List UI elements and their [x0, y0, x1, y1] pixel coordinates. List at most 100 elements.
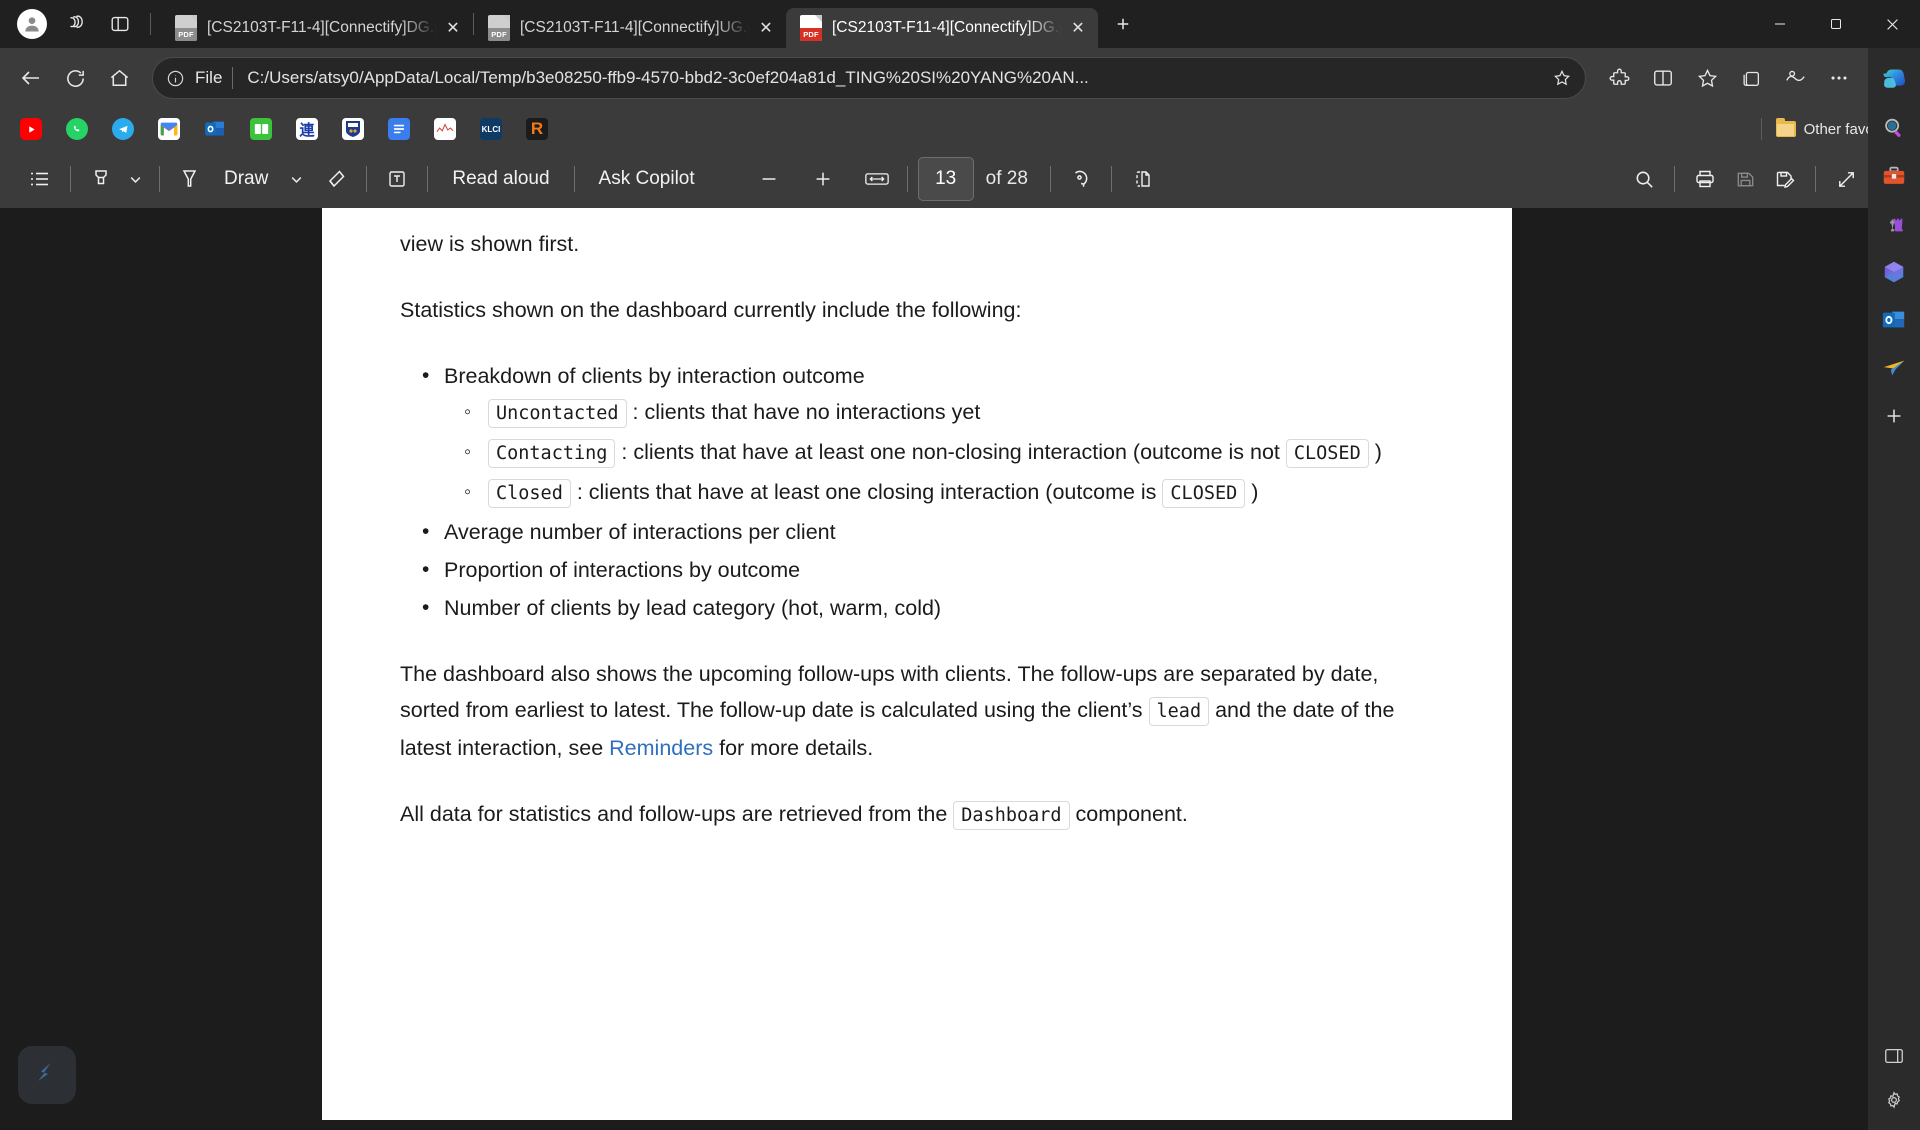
address-bar-input[interactable]: File C:/Users/atsy0/AppData/Local/Temp/b…	[152, 57, 1586, 99]
favorite-gmail[interactable]	[152, 113, 186, 145]
pdf-viewer: view is shown first. Statistics shown on…	[0, 208, 1920, 1130]
url-text: C:/Users/atsy0/AppData/Local/Temp/b3e082…	[247, 68, 1089, 87]
ask-copilot-button[interactable]: Ask Copilot	[585, 159, 709, 199]
pen-icon[interactable]	[170, 159, 210, 199]
paragraph-intro: Statistics shown on the dashboard curren…	[400, 298, 1022, 322]
tab-close-button[interactable]: ✕	[1064, 14, 1092, 42]
paragraph-continuation: view is shown first.	[400, 232, 580, 256]
print-icon[interactable]	[1685, 159, 1725, 199]
browser-essentials-icon[interactable]	[1774, 57, 1816, 99]
youtube-favicon	[20, 118, 42, 140]
outlook-icon[interactable]	[1874, 300, 1914, 340]
send-icon[interactable]	[1874, 348, 1914, 388]
page-number-input[interactable]: 13	[917, 157, 974, 201]
browser-tab-1[interactable]: PDF [CS2103T-F11-4][Connectify]DG.p ✕	[161, 8, 473, 48]
plus-icon[interactable]	[803, 159, 843, 199]
search-icon[interactable]	[1874, 108, 1914, 148]
favorite-klci[interactable]: KLCI	[474, 113, 508, 145]
highlighter-icon[interactable]	[81, 159, 121, 199]
tab-close-button[interactable]: ✕	[439, 14, 467, 42]
workspaces-icon[interactable]	[56, 5, 96, 43]
divider	[150, 13, 151, 35]
pdf-page-content: view is shown first. Statistics shown on…	[322, 208, 1512, 834]
list-item-proportion: Proportion of interactions by outcome	[400, 552, 1434, 588]
list-toc-icon[interactable]	[20, 159, 60, 199]
favorite-whatsapp[interactable]	[60, 113, 94, 145]
draw-button[interactable]: Draw	[210, 159, 282, 199]
search-icon[interactable]	[1624, 159, 1664, 199]
eraser-icon[interactable]	[316, 159, 356, 199]
info-circle-icon[interactable]	[157, 60, 193, 96]
list-item-text: )	[1251, 480, 1259, 504]
close-window-button[interactable]	[1864, 0, 1920, 48]
more-ellipsis-icon[interactable]	[1818, 57, 1860, 99]
star-icon[interactable]	[1545, 61, 1579, 95]
browser-tab-3-active[interactable]: PDF [CS2103T-F11-4][Connectify]DG.p ✕	[786, 8, 1098, 48]
tab-actions-icon[interactable]	[100, 5, 140, 43]
folder-icon	[1775, 118, 1796, 137]
split-screen-icon[interactable]	[1642, 57, 1684, 99]
pdf-file-icon: PDF	[488, 15, 510, 41]
url-scheme-label: File	[195, 68, 223, 87]
maximize-button[interactable]	[1808, 0, 1864, 48]
read-aloud-button[interactable]: Read aloud	[438, 159, 563, 199]
favorite-docs[interactable]	[382, 113, 416, 145]
favorite-chinese-site[interactable]: 連	[290, 113, 324, 145]
save-icon[interactable]	[1725, 159, 1765, 199]
favorites-star-icon[interactable]	[1686, 57, 1728, 99]
divider	[159, 166, 160, 192]
chevron-down-icon[interactable]	[282, 159, 310, 199]
profile-button[interactable]	[12, 5, 52, 43]
sidebar-settings-icon[interactable]	[1874, 1080, 1914, 1120]
favicon-label: 連	[299, 120, 315, 139]
minimize-button[interactable]	[1752, 0, 1808, 48]
add-text-icon[interactable]	[377, 159, 417, 199]
favorite-outlook[interactable]	[198, 113, 232, 145]
collections-icon[interactable]	[1730, 57, 1772, 99]
list-item-text: )	[1374, 440, 1382, 464]
statistics-list: Breakdown of clients by interaction outc…	[400, 358, 1434, 626]
back-arrow-icon[interactable]	[10, 57, 52, 99]
code-closed: CLOSED	[1285, 439, 1369, 468]
favorite-chart[interactable]	[428, 113, 462, 145]
list-item-breakdown: Breakdown of clients by interaction outc…	[400, 358, 1434, 512]
divider	[1110, 166, 1112, 192]
fit-to-width-icon[interactable]	[857, 159, 897, 199]
reminders-link[interactable]: Reminders	[609, 736, 713, 760]
pdf-file-icon: PDF	[800, 15, 822, 41]
divider	[1674, 166, 1675, 192]
games-icon[interactable]	[1874, 204, 1914, 244]
home-icon[interactable]	[98, 57, 140, 99]
page-view-icon[interactable]	[1122, 159, 1162, 199]
favorite-crest[interactable]	[336, 113, 370, 145]
add-sidebar-app-icon[interactable]	[1874, 396, 1914, 436]
favorite-r-app[interactable]: R	[520, 113, 554, 145]
extensions-puzzle-icon[interactable]	[1598, 57, 1640, 99]
outlook-favicon	[204, 118, 226, 140]
chevron-down-icon[interactable]	[121, 159, 149, 199]
copilot-icon[interactable]	[1874, 60, 1914, 100]
new-tab-button[interactable]	[1104, 5, 1142, 43]
minus-icon[interactable]	[749, 159, 789, 199]
sidebar-toggle-icon[interactable]	[1874, 1036, 1914, 1076]
refresh-icon[interactable]	[54, 57, 96, 99]
tools-icon[interactable]	[1874, 156, 1914, 196]
book-favicon	[250, 118, 272, 140]
favicon-label: R	[530, 119, 544, 138]
list-item-uncontacted: Uncontacted : clients that have no inter…	[444, 394, 1434, 432]
rotate-icon[interactable]	[1061, 159, 1101, 199]
microsoft-365-icon[interactable]	[1874, 252, 1914, 292]
account-avatar-icon	[17, 9, 47, 39]
pdf-toolbar-right	[1624, 159, 1906, 199]
tab-close-button[interactable]: ✕	[752, 14, 780, 42]
save-as-icon[interactable]	[1765, 159, 1805, 199]
favorite-telegram[interactable]	[106, 113, 140, 145]
window-controls	[1752, 0, 1920, 48]
favorite-book[interactable]	[244, 113, 278, 145]
sketch-app-button[interactable]	[18, 1046, 76, 1104]
pdf-page: view is shown first. Statistics shown on…	[322, 208, 1512, 1120]
browser-tab-2[interactable]: PDF [CS2103T-F11-4][Connectify]UG.p ✕	[474, 8, 786, 48]
fullscreen-icon[interactable]	[1826, 159, 1866, 199]
crest-favicon	[342, 118, 364, 140]
favorite-youtube[interactable]	[14, 113, 48, 145]
